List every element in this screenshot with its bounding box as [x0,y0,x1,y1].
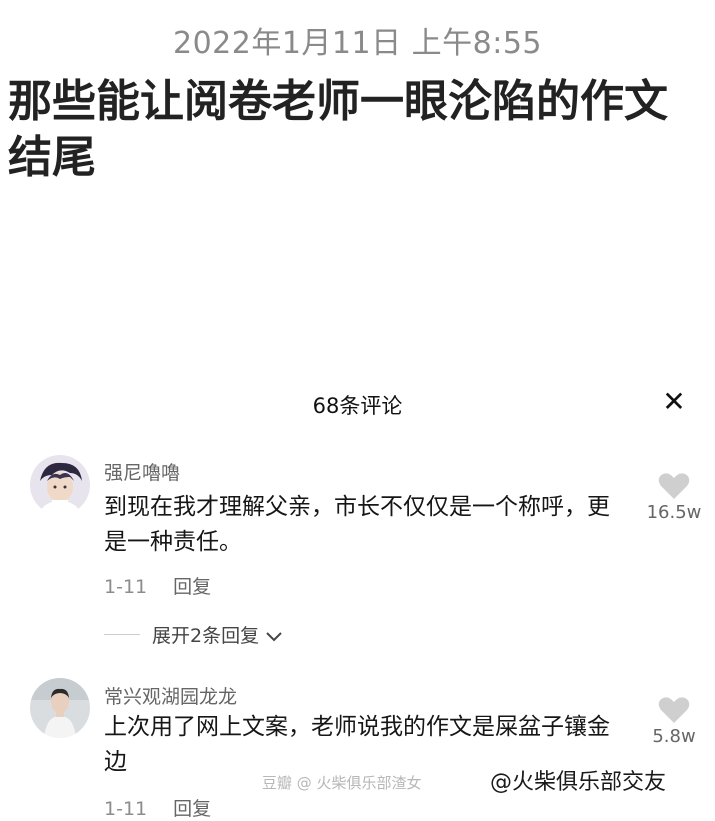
close-icon: ✕ [662,385,686,418]
expand-divider [104,634,140,635]
like-count: 5.8w [652,726,696,747]
heart-icon [658,473,690,499]
avatar[interactable] [30,678,90,738]
reply-button[interactable]: 回复 [173,798,211,820]
expand-replies-label: 展开2条回复 [152,625,260,647]
reply-button[interactable]: 回复 [173,576,211,598]
chevron-down-icon [266,631,282,641]
timestamp: 2022年1月11日 上午8:55 [172,26,542,61]
like-count: 16.5w [646,502,702,523]
heart-icon [658,697,690,723]
comments-sheet-header: 68条评论 ✕ [0,384,715,424]
post-title: 那些能让阅卷老师一眼沦陷的作文结尾 [8,76,668,183]
comment-meta: 1-11 回复 [104,794,211,821]
comment-text: 到现在我才理解父亲，市长不仅仅是一个称呼，更是一种责任。 [104,494,610,555]
comment-count: 68条评论 [312,394,403,418]
comment-author[interactable]: 强尼嚕嚕 [104,458,180,485]
avatar[interactable] [30,455,90,515]
like-button[interactable]: 16.5w [638,472,710,523]
close-button[interactable]: ✕ [658,384,690,420]
comment-meta: 1-11 回复 [104,572,211,599]
comment-date: 1-11 [104,576,148,598]
expand-replies-button[interactable]: 展开2条回复 [152,621,283,648]
comment-date: 1-11 [104,798,148,820]
like-button[interactable]: 5.8w [638,696,710,747]
watermark-douban: 豆瓣 @ 火柴俱乐部渣女 [262,774,422,792]
watermark-account: @火柴俱乐部交友 [490,770,667,795]
comment-author[interactable]: 常兴观湖园龙龙 [104,682,237,709]
